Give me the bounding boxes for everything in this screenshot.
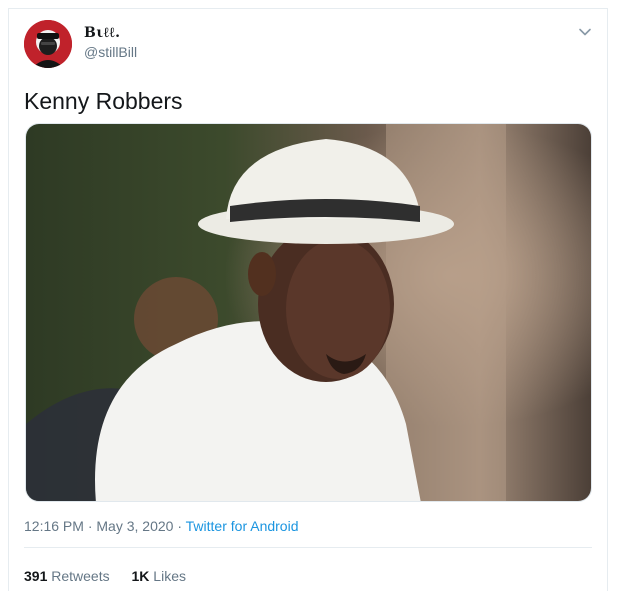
likes-label: Likes — [153, 568, 186, 584]
tweet-stats: 391 Retweets 1K Likes — [24, 568, 204, 584]
tweet-text: Kenny Robbers — [24, 88, 183, 114]
retweets-count: 391 — [24, 568, 48, 584]
retweets-stat[interactable]: 391 Retweets — [24, 568, 110, 584]
tweet-source[interactable]: Twitter for Android — [186, 518, 299, 534]
likes-count: 1K — [131, 568, 150, 584]
avatar[interactable] — [24, 20, 72, 68]
meta-separator: · — [177, 518, 186, 534]
tweet-meta: 12:16 PM · May 3, 2020 · Twitter for And… — [24, 518, 298, 534]
chevron-down-icon[interactable] — [578, 25, 592, 39]
likes-stat[interactable]: 1K Likes — [132, 568, 186, 584]
tweet-time[interactable]: 12:16 PM — [24, 518, 84, 534]
retweets-label: Retweets — [51, 568, 110, 584]
display-name[interactable]: Bιℓℓ. — [84, 25, 120, 42]
user-handle[interactable]: @stillBill — [84, 44, 137, 60]
tweet-photo[interactable] — [25, 123, 592, 502]
divider — [24, 547, 592, 548]
tweet-date[interactable]: May 3, 2020 — [96, 518, 173, 534]
